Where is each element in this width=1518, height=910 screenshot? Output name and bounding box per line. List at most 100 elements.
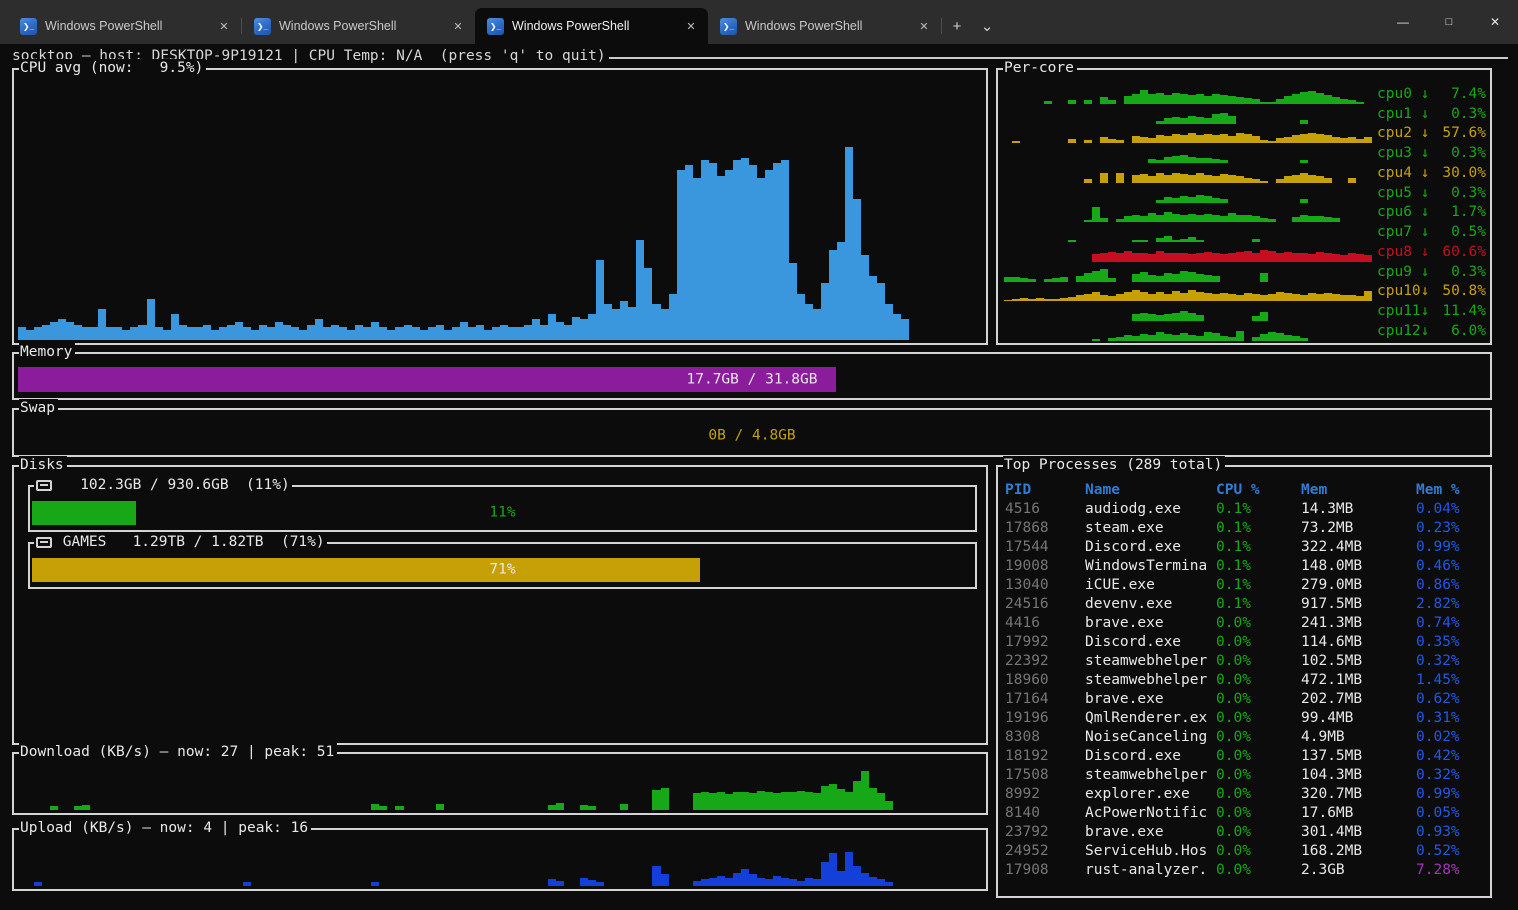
process-cell: 23792 xyxy=(1005,823,1085,842)
cpu-avg-title: CPU avg (now: 9.5%) xyxy=(19,59,206,78)
tab-dropdown-button[interactable]: ⌄ xyxy=(972,11,1002,41)
tab-powershell-2[interactable]: ❯_ Windows PowerShell ✕ xyxy=(242,8,475,44)
tab-title: Windows PowerShell xyxy=(512,19,674,33)
process-cell: WindowsTermina xyxy=(1085,557,1216,576)
core-sparkline xyxy=(1004,324,1372,341)
process-cell: 137.5MB xyxy=(1301,747,1416,766)
core-row-cpu10: cpu10↓50.8% xyxy=(1004,282,1486,302)
process-cell: 24952 xyxy=(1005,842,1085,861)
process-cell: Discord.exe xyxy=(1085,633,1216,652)
disk-games-label: GAMES 1.29TB / 1.82TB (71%) xyxy=(34,533,327,552)
process-cell: 0.0% xyxy=(1216,728,1301,747)
close-button[interactable]: ✕ xyxy=(1472,0,1518,44)
process-cell: 102.5MB xyxy=(1301,652,1416,671)
core-row-cpu8: cpu8↓60.6% xyxy=(1004,242,1486,262)
tab-powershell-1[interactable]: ❯_ Windows PowerShell ✕ xyxy=(8,8,241,44)
process-row: 8992explorer.exe0.0%320.7MB0.99% xyxy=(1005,785,1486,804)
memory-gauge-label: 17.7GB / 31.8GB xyxy=(18,370,1486,389)
process-cell: Discord.exe xyxy=(1085,747,1216,766)
core-sparkline xyxy=(1004,186,1372,203)
process-cell: ServiceHub.Hos xyxy=(1085,842,1216,861)
column-header: Mem xyxy=(1301,481,1416,500)
process-cell: 4.9MB xyxy=(1301,728,1416,747)
swap-panel: Swap 0B / 4.8GB xyxy=(12,408,1492,457)
maximize-button[interactable]: □ xyxy=(1426,0,1472,44)
top-processes-panel: Top Processes (289 total) PIDNameCPU %Me… xyxy=(996,465,1492,898)
minimize-button[interactable]: — xyxy=(1380,0,1426,44)
core-label: cpu11↓11.4% xyxy=(1377,302,1486,321)
process-cell: 8992 xyxy=(1005,785,1085,804)
process-table-header: PIDNameCPU %MemMem % xyxy=(1005,481,1486,500)
tab-powershell-4[interactable]: ❯_ Windows PowerShell ✕ xyxy=(708,8,941,44)
window-controls: — □ ✕ xyxy=(1380,0,1518,44)
process-cell: 0.1% xyxy=(1216,595,1301,614)
tab-close-icon[interactable]: ✕ xyxy=(215,17,233,35)
core-sparkline xyxy=(1004,126,1372,143)
new-tab-button[interactable]: + xyxy=(942,11,972,41)
process-cell: audiodg.exe xyxy=(1085,500,1216,519)
upload-chart xyxy=(18,842,982,886)
swap-title: Swap xyxy=(19,399,58,418)
process-cell: 8140 xyxy=(1005,804,1085,823)
download-title: Download (KB/s) — now: 27 | peak: 51 xyxy=(19,743,337,762)
process-cell: 241.3MB xyxy=(1301,614,1416,633)
process-cell: 148.0MB xyxy=(1301,557,1416,576)
app-header: socktop — host: DESKTOP-9P19121 | CPU Te… xyxy=(12,48,1508,64)
process-row: 17992Discord.exe0.0%114.6MB0.35% xyxy=(1005,633,1486,652)
process-cell: 0.0% xyxy=(1216,671,1301,690)
process-cell: AcPowerNotific xyxy=(1085,804,1216,823)
process-cell: 19196 xyxy=(1005,709,1085,728)
top-processes-title: Top Processes (289 total) xyxy=(1003,456,1225,475)
disk-c-label: 102.3GB / 930.6GB (11%) xyxy=(34,476,292,495)
tab-close-icon[interactable]: ✕ xyxy=(682,17,700,35)
process-cell: 0.46% xyxy=(1416,557,1486,576)
process-cell: 14.3MB xyxy=(1301,500,1416,519)
process-cell: 0.1% xyxy=(1216,576,1301,595)
disk-c-gauge-panel: 102.3GB / 930.6GB (11%) 11% xyxy=(28,485,977,532)
tab-close-icon[interactable]: ✕ xyxy=(449,17,467,35)
tab-close-icon[interactable]: ✕ xyxy=(915,17,933,35)
core-label: cpu4↓30.0% xyxy=(1377,164,1486,183)
core-label: cpu12↓6.0% xyxy=(1377,322,1486,341)
process-cell: QmlRenderer.ex xyxy=(1085,709,1216,728)
process-row: 22392steamwebhelper0.0%102.5MB0.32% xyxy=(1005,652,1486,671)
process-cell: 0.62% xyxy=(1416,690,1486,709)
process-cell: 0.1% xyxy=(1216,557,1301,576)
core-row-cpu2: cpu2↓57.6% xyxy=(1004,124,1486,144)
process-cell: 0.1% xyxy=(1216,538,1301,557)
core-row-cpu11: cpu11↓11.4% xyxy=(1004,301,1486,321)
core-sparkline xyxy=(1004,166,1372,183)
process-cell: 73.2MB xyxy=(1301,519,1416,538)
process-row: 17164brave.exe0.0%202.7MB0.62% xyxy=(1005,690,1486,709)
column-header: CPU % xyxy=(1216,481,1301,500)
process-cell: 0.1% xyxy=(1216,519,1301,538)
process-cell: 320.7MB xyxy=(1301,785,1416,804)
process-cell: 0.42% xyxy=(1416,747,1486,766)
process-cell: 17.6MB xyxy=(1301,804,1416,823)
process-cell: 19008 xyxy=(1005,557,1085,576)
core-sparkline xyxy=(1004,205,1372,222)
core-row-cpu4: cpu4↓30.0% xyxy=(1004,163,1486,183)
process-cell: 301.4MB xyxy=(1301,823,1416,842)
disks-panel: Disks 102.3GB / 930.6GB (11%) 11% GAMES … xyxy=(12,465,988,745)
process-cell: 18192 xyxy=(1005,747,1085,766)
core-sparkline xyxy=(1004,245,1372,262)
process-cell: 0.32% xyxy=(1416,652,1486,671)
core-sparkline xyxy=(1004,107,1372,124)
process-cell: explorer.exe xyxy=(1085,785,1216,804)
process-cell: 17868 xyxy=(1005,519,1085,538)
process-cell: 17992 xyxy=(1005,633,1085,652)
disk-games-gauge: 71% xyxy=(32,558,973,582)
process-table: PIDNameCPU %MemMem %4516audiodg.exe0.1%1… xyxy=(1005,481,1486,880)
process-row: 18192Discord.exe0.0%137.5MB0.42% xyxy=(1005,747,1486,766)
upload-panel: Upload (KB/s) — now: 4 | peak: 16 xyxy=(12,828,988,891)
process-cell: 0.04% xyxy=(1416,500,1486,519)
process-cell: 99.4MB xyxy=(1301,709,1416,728)
disk-games-usage-text: GAMES 1.29TB / 1.82TB (71%) xyxy=(54,533,325,552)
process-cell: brave.exe xyxy=(1085,823,1216,842)
process-row: 4416brave.exe0.0%241.3MB0.74% xyxy=(1005,614,1486,633)
powershell-icon: ❯_ xyxy=(487,18,504,35)
core-label: cpu0↓7.4% xyxy=(1377,85,1486,104)
process-cell: 0.74% xyxy=(1416,614,1486,633)
tab-powershell-3-active[interactable]: ❯_ Windows PowerShell ✕ xyxy=(475,8,708,44)
